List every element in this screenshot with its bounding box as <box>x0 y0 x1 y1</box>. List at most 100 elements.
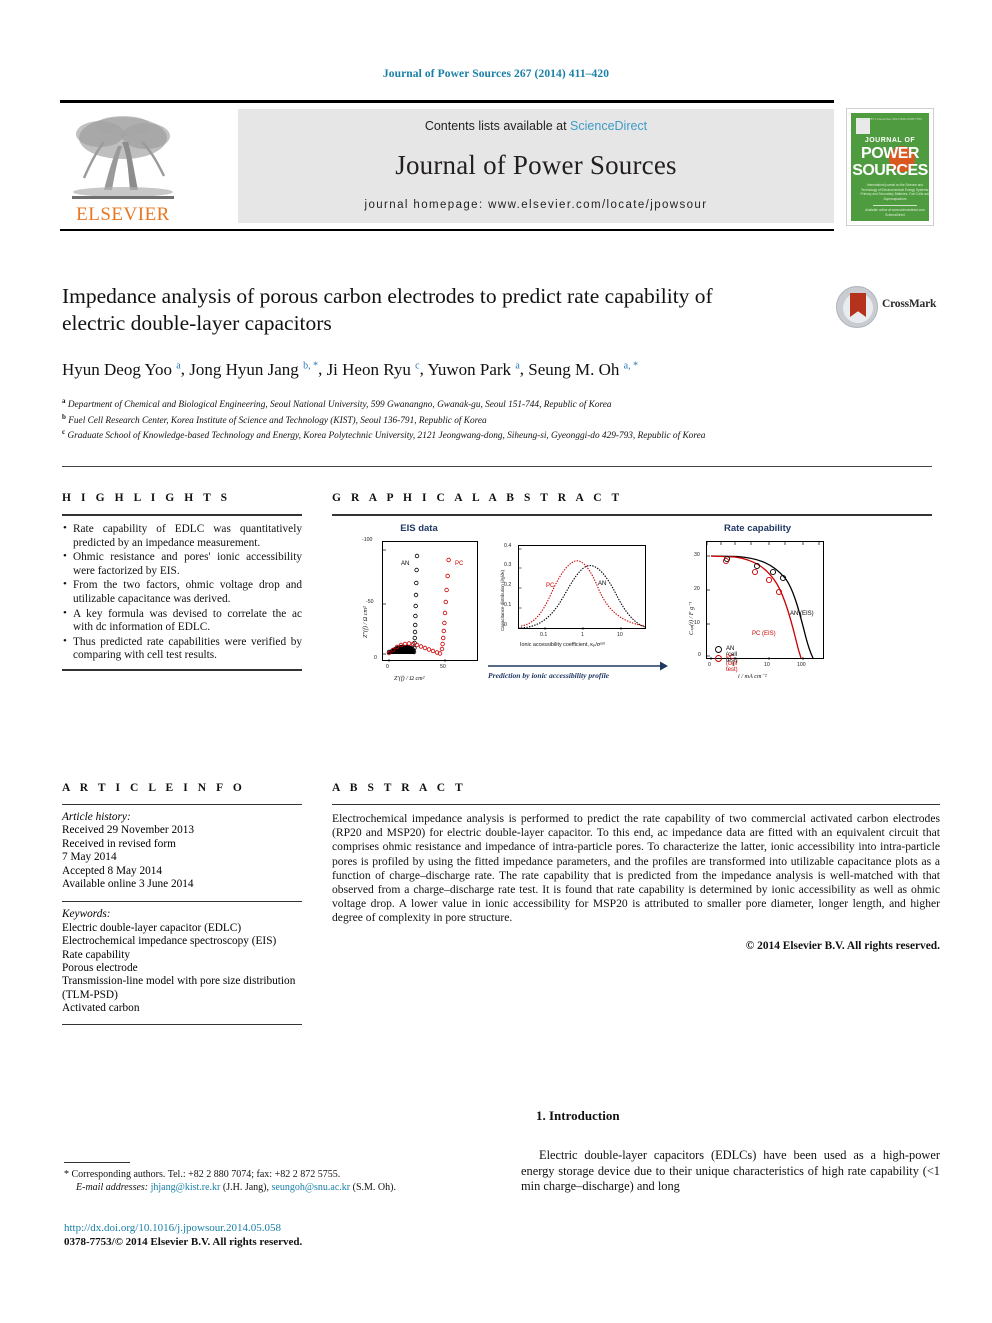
keyword-item: Electrochemical impedance spectroscopy (… <box>62 935 277 948</box>
capdist-ytick-01: 0.1 <box>504 602 512 608</box>
chart-title-eis: EIS data <box>400 523 438 534</box>
email-link-seungoh[interactable]: seungoh@snu.ac.kr <box>272 1182 351 1193</box>
chart-rate-capability: Rate capability AN (EIS) PC (EIS) AN (ce… <box>670 523 845 698</box>
rate-plot-area <box>706 541 824 660</box>
rate-ytick-0: 0 <box>698 652 701 658</box>
email2-owner: (S.M. Oh). <box>352 1182 396 1193</box>
cover-divider <box>873 205 917 206</box>
open-circle-icon <box>715 655 722 662</box>
open-circle-icon <box>715 646 722 653</box>
introduction-body: Electric double-layer capacitors (EDLCs)… <box>521 1148 940 1194</box>
author: Seung M. Oh a, * <box>528 359 639 379</box>
rate-annotation-an-eis: AN (EIS) <box>790 611 814 617</box>
author-affil-mark: c <box>415 360 420 371</box>
graphical-abstract-figure: EIS data AN PC -100 -50 0 0 50 Z'(f) / Ω… <box>332 523 932 698</box>
prediction-arrow: Prediction by ionic accessibility profil… <box>488 659 668 680</box>
eis-ytick-50: -50 <box>366 599 374 605</box>
chart-title-rate: Rate capability <box>723 523 792 534</box>
keyword-item: Transmission-line model with pore size d… <box>62 975 296 1001</box>
list-item: A key formula was devised to correlate t… <box>62 607 302 635</box>
abstract-copyright: © 2014 Elsevier B.V. All rights reserved… <box>745 939 940 952</box>
abstract-section: A B S T R A C T Electrochemical impedanc… <box>332 782 940 952</box>
article-info-rule-top <box>62 804 302 805</box>
keyword-item: Rate capability <box>62 948 131 961</box>
highlights-heading: H I G H L I G H T S <box>62 492 231 504</box>
history-item: Available online 3 June 2014 <box>62 878 194 891</box>
cover-top-text: Volume 267 1 December 2014 ISSN 0378-775… <box>858 117 922 121</box>
capdist-label-pc: PC <box>546 583 555 589</box>
chart-capacitance-distribution: PC AN 0.4 0.3 0.2 0.1 0 0.1 1 10 Ionic a… <box>488 535 668 695</box>
rate-xtick-100: 100 <box>797 662 806 668</box>
journal-cover-thumbnail: Volume 267 1 December 2014 ISSN 0378-775… <box>846 108 934 226</box>
list-item: From the two factors, ohmic voltage drop… <box>62 578 302 606</box>
rate-ytick-30: 30 <box>694 552 700 558</box>
list-item: Ohmic resistance and pores' ionic access… <box>62 550 302 578</box>
cover-power-word: POWER <box>861 145 919 162</box>
rate-annotation-pc-eis: PC (EIS) <box>752 631 776 637</box>
graphical-abstract-rule <box>332 514 932 516</box>
rate-ytick-20: 20 <box>694 586 700 592</box>
doi-link[interactable]: http://dx.doi.org/10.1016/j.jpowsour.201… <box>64 1222 281 1234</box>
journal-cover-art: Volume 267 1 December 2014 ISSN 0378-775… <box>851 113 929 221</box>
issn-copyright-line: 0378-7753/© 2014 Elsevier B.V. All right… <box>64 1236 303 1248</box>
author-affil-mark: a <box>515 360 520 371</box>
keywords-block: Keywords: Electric double-layer capacito… <box>62 908 302 1015</box>
crossmark-badge[interactable]: CrossMark <box>836 284 940 330</box>
list-item: Rate capability of EDLC was quantitative… <box>62 522 302 550</box>
contents-line: Contents lists available at ScienceDirec… <box>238 119 834 133</box>
cover-subtitle: International journal on the Science and… <box>860 183 929 201</box>
abstract-heading: A B S T R A C T <box>332 782 467 794</box>
sciencedirect-link[interactable]: ScienceDirect <box>570 119 647 133</box>
capdist-ytick-04: 0.4 <box>504 543 512 549</box>
rate-curves <box>706 542 820 660</box>
chart-eis-data: EIS data AN PC -100 -50 0 0 50 Z'(f) / Ω… <box>344 523 494 698</box>
capdist-plot-area <box>518 545 646 630</box>
journal-masthead: ELSEVIER Contents lists available at Sci… <box>60 100 932 231</box>
rate-ylabel: Cₛₚ(i) / F g⁻¹ <box>688 601 695 635</box>
capdist-xtick-1: 1 <box>581 632 584 638</box>
capdist-curves <box>519 548 646 630</box>
page-title: Impedance analysis of porous carbon elec… <box>62 284 713 335</box>
capdist-label-an: AN <box>598 581 607 587</box>
keyword-item: Porous electrode <box>62 962 138 975</box>
article-first-page: Journal of Power Sources 267 (2014) 411–… <box>0 0 992 1323</box>
rate-xlabel: i / mA cm⁻² <box>738 673 767 680</box>
eis-plot-area <box>382 541 478 662</box>
affiliation: c Graduate School of Knowledge-based Tec… <box>62 428 706 442</box>
eis-ylabel: Z"(f) / Ω cm² <box>362 606 369 638</box>
affiliation: a Department of Chemical and Biological … <box>62 397 612 411</box>
journal-homepage[interactable]: journal homepage: www.elsevier.com/locat… <box>238 199 834 211</box>
masthead-rule-top <box>60 100 834 103</box>
highlights-list: Rate capability of EDLC was quantitative… <box>62 522 302 663</box>
email-label: E-mail addresses: <box>76 1182 149 1193</box>
capdist-ytick-02: 0.2 <box>504 582 512 588</box>
email-note: E-mail addresses: jhjang@kist.re.kr (J.H… <box>64 1181 484 1194</box>
abstract-rule <box>332 804 940 805</box>
eis-series-label-pc: PC <box>455 561 464 567</box>
capdist-xlabel: Ionic accessibility coefficient, κₚ/σˢᵒˡ <box>520 642 605 648</box>
eis-xlabel: Z'(f) / Ω cm² <box>394 675 425 682</box>
article-info-rule-bottom <box>62 1023 302 1025</box>
article-info-heading: A R T I C L E I N F O <box>62 782 246 794</box>
history-item: 7 May 2014 <box>62 851 117 864</box>
capdist-xtick-10: 10 <box>617 632 623 638</box>
doi-line[interactable]: http://dx.doi.org/10.1016/j.jpowsour.201… <box>64 1221 524 1235</box>
author-affil-mark: a, * <box>623 360 639 371</box>
article-info-rule-mid <box>62 901 302 903</box>
affiliation: b Fuel Cell Research Center, Korea Insti… <box>62 412 487 426</box>
footnote-divider <box>64 1162 130 1163</box>
crossmark-label: CrossMark <box>882 298 937 310</box>
author-affil-mark: a <box>176 360 181 371</box>
title-divider <box>62 466 932 467</box>
keywords-label: Keywords: <box>62 908 111 921</box>
abstract-body: Electrochemical impedance analysis is pe… <box>332 812 940 925</box>
email-link-jhjang[interactable]: jhjang@kist.re.kr <box>151 1182 221 1193</box>
history-item: Accepted 8 May 2014 <box>62 864 163 877</box>
email1-owner: (J.H. Jang), <box>222 1182 269 1193</box>
rate-xtick-10: 10 <box>764 662 770 668</box>
author: Ji Heon Ryu c <box>326 359 420 379</box>
author-list: Hyun Deog Yoo a, Jong Hyun Jang b, *, Ji… <box>62 359 639 379</box>
elsevier-tree-icon <box>72 116 174 199</box>
eis-xtick-50: 50 <box>440 664 446 670</box>
masthead-rule-bottom <box>60 229 834 231</box>
